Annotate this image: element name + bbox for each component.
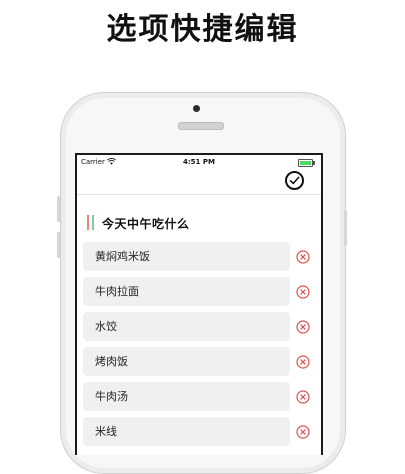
remove-circle-icon[interactable] [296, 320, 310, 334]
title-marker-bar [87, 215, 89, 230]
title-marker-bar [92, 215, 94, 230]
option-item[interactable]: 黄焖鸡米饭 [83, 242, 290, 271]
speaker-grille [178, 122, 224, 130]
option-item[interactable]: 牛肉汤 [83, 382, 290, 411]
option-item[interactable]: 水饺 [83, 312, 290, 341]
title-marker [87, 215, 95, 230]
header-divider [77, 194, 321, 195]
remove-circle-icon[interactable] [296, 355, 310, 369]
option-item[interactable]: 米线 [83, 417, 290, 446]
checkmark-icon [289, 176, 300, 185]
volume-button [57, 232, 60, 258]
remove-circle-icon[interactable] [296, 250, 310, 264]
status-bar: Carrier 4:51 PM [77, 155, 321, 171]
status-time: 4:51 PM [183, 158, 215, 166]
option-item[interactable]: 烤肉饭 [83, 347, 290, 376]
volume-button [57, 196, 60, 222]
remove-circle-icon[interactable] [296, 425, 310, 439]
confirm-button[interactable] [285, 171, 304, 190]
camera-icon [193, 105, 200, 112]
page-title: 选项快捷编辑 [106, 12, 299, 47]
phone-screen: Carrier 4:51 PM 今天中午吃什么 黄焖鸡米饭 牛肉拉面 水饺 烤肉… [75, 153, 323, 455]
remove-circle-icon[interactable] [296, 390, 310, 404]
power-button [344, 210, 347, 246]
battery-icon [298, 159, 315, 167]
list-title: 今天中午吃什么 [102, 217, 190, 231]
remove-circle-icon[interactable] [296, 285, 310, 299]
option-item[interactable]: 牛肉拉面 [83, 277, 290, 306]
